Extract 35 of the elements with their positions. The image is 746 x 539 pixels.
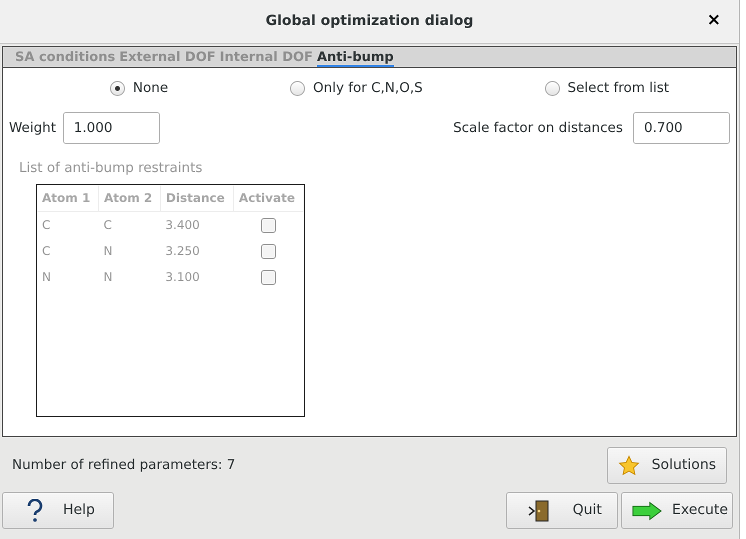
table-cell-text: N [41,268,52,286]
radio-label[interactable]: Only for C,N,O,S [313,78,423,98]
radio-label[interactable]: None [132,78,168,98]
column-header: Activate [233,185,304,212]
column-header: Distance [160,185,234,212]
quit-button[interactable]: Quit [506,492,618,529]
execute-button[interactable]: Execute [621,492,733,529]
weight-label: Weight [9,118,56,138]
star-icon [618,454,640,476]
table-cell: C [98,212,160,238]
radio-button[interactable] [544,80,560,96]
table-cell: 3.400 [160,212,234,238]
weight-field[interactable]: 1.000 [62,112,160,144]
list-title: List of anti-bump restraints [19,158,204,178]
column-header: Atom 1 [37,185,98,212]
scale-factor-field[interactable]: 0.700 [633,112,730,144]
scale-factor-label: Scale factor on distances [453,118,623,138]
question-mark-icon [25,498,45,522]
table-cell-text: 3.100 [164,268,201,286]
table-cell-text: N [102,242,114,260]
radio-button[interactable] [110,80,125,96]
arrow-icon [632,500,662,520]
solutions-button[interactable]: Solutions [606,447,727,484]
radio-label[interactable]: Select from list [568,78,670,98]
refined-parameters-text: Number of refined parameters: 7 [12,456,236,476]
close-button[interactable]: × [702,12,725,29]
help-button[interactable]: Help [2,492,114,529]
door-icon [526,498,551,522]
table-cell-text: 3.250 [164,242,201,260]
table-cell: C [37,212,98,238]
table-cell-text: C [41,242,52,260]
window-title: Global optimization dialog [266,12,474,31]
column-header: Atom 2 [98,185,160,212]
table-cell-text: N [102,268,114,286]
radio-button[interactable] [290,80,306,96]
